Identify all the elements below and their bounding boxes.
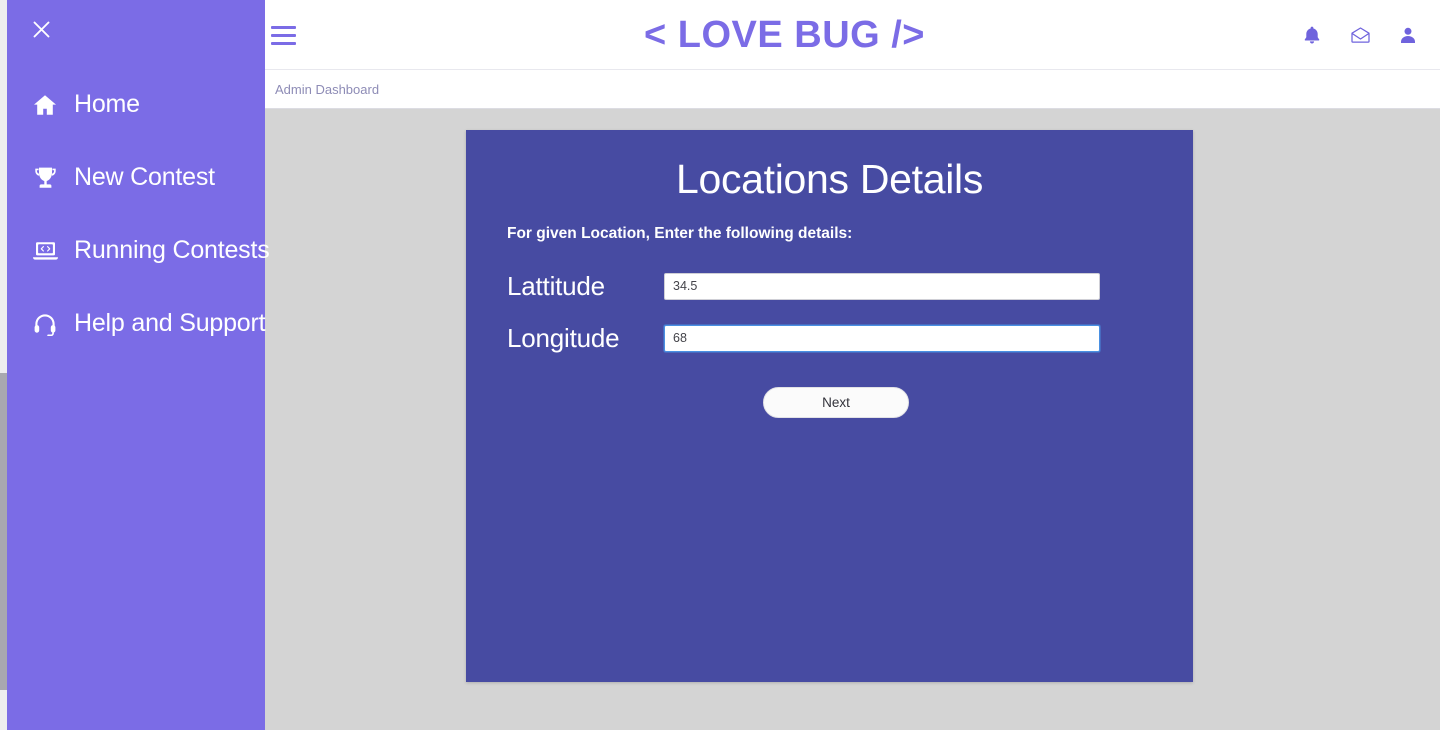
user-icon[interactable] — [1398, 25, 1418, 45]
sidebar-item-new-contest[interactable]: New Contest — [7, 141, 265, 214]
hamburger-bar — [271, 41, 296, 45]
form-row-longitude: Longitude — [507, 312, 1165, 364]
headset-icon — [28, 312, 62, 336]
breadcrumb: Admin Dashboard — [265, 70, 1440, 109]
top-bar: < LOVE BUG /> — [265, 0, 1440, 70]
main-content: Locations Details For given Location, En… — [265, 110, 1440, 730]
locations-form: Lattitude Longitude Next — [466, 260, 1193, 418]
hamburger-bar — [271, 33, 296, 37]
trophy-icon — [28, 166, 62, 190]
longitude-label: Longitude — [507, 322, 620, 353]
sidebar: Home New Contest Running Contests Help a… — [7, 0, 270, 730]
sidebar-nav: Home New Contest Running Contests Help a… — [7, 68, 270, 360]
envelope-icon[interactable] — [1350, 25, 1370, 45]
hamburger-bar — [271, 25, 296, 29]
lattitude-label: Lattitude — [507, 270, 605, 301]
app-root: Home New Contest Running Contests Help a… — [0, 0, 1440, 730]
sidebar-item-label: Home — [74, 90, 140, 118]
close-icon[interactable] — [25, 13, 57, 45]
lattitude-input[interactable] — [664, 272, 1100, 300]
form-row-lattitude: Lattitude — [507, 260, 1165, 312]
sidebar-item-help-and-support[interactable]: Help and Support — [7, 287, 266, 360]
laptop-code-icon — [28, 240, 62, 262]
topbar-actions — [1302, 0, 1418, 70]
page-scrollbar-thumb[interactable] — [0, 373, 7, 690]
sidebar-item-running-contests[interactable]: Running Contests — [7, 214, 270, 287]
breadcrumb-item-admin-dashboard[interactable]: Admin Dashboard — [275, 82, 379, 97]
hamburger-icon[interactable] — [271, 19, 305, 51]
app-logo: < LOVE BUG /> — [643, 13, 926, 56]
sidebar-item-home[interactable]: Home — [7, 68, 265, 141]
next-button[interactable]: Next — [763, 387, 909, 418]
sidebar-item-label: New Contest — [74, 163, 215, 191]
card-subtitle: For given Location, Enter the following … — [507, 225, 853, 242]
home-icon — [28, 94, 62, 116]
form-actions: Next — [507, 387, 1165, 418]
sidebar-item-label: Running Contests — [74, 236, 270, 264]
locations-details-card: Locations Details For given Location, En… — [466, 130, 1193, 682]
sidebar-item-label: Help and Support — [74, 309, 266, 337]
longitude-input[interactable] — [664, 324, 1100, 352]
bell-icon[interactable] — [1302, 25, 1322, 45]
page-title: Locations Details — [675, 156, 984, 202]
